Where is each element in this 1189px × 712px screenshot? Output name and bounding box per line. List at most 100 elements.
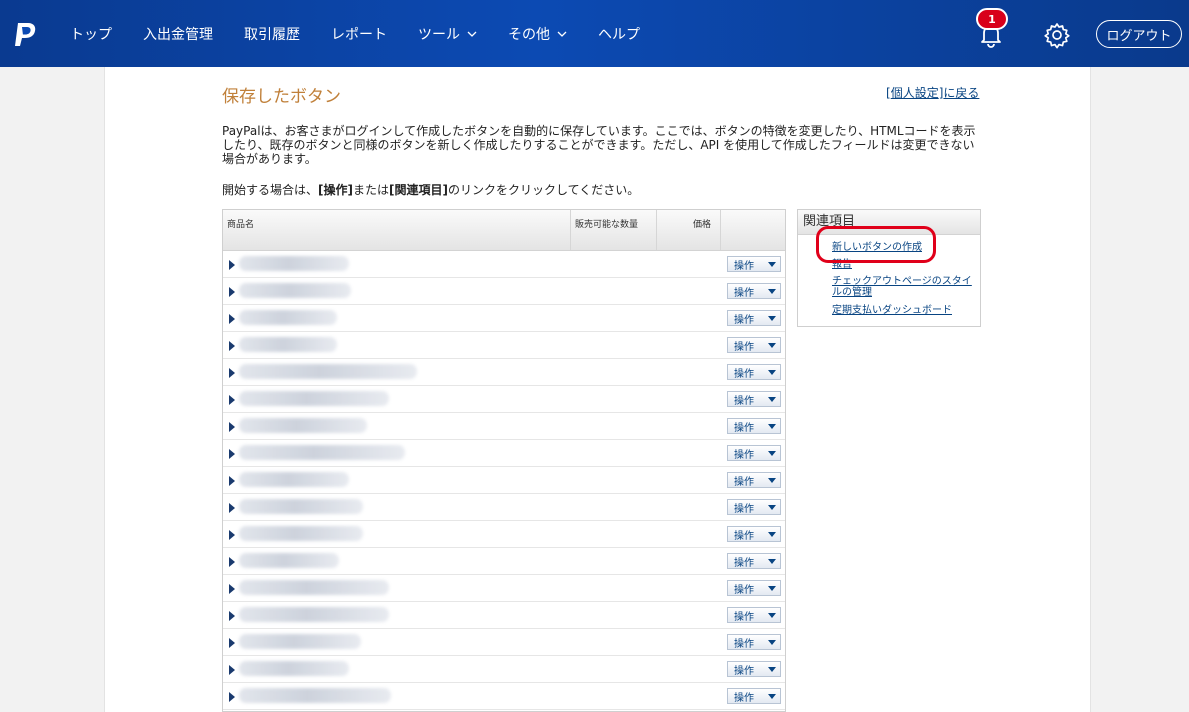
nav-item-reports[interactable]: レポート <box>331 24 387 44</box>
row-action-dropdown[interactable]: 操作 <box>727 283 781 299</box>
column-header-quantity[interactable]: 販売可能な数量 <box>575 217 638 230</box>
back-to-profile-link[interactable]: [個人設定]に戻る <box>886 84 979 101</box>
action-label: 操作 <box>734 584 754 596</box>
nav-item-label: 取引履歴 <box>244 26 300 43</box>
expand-triangle-icon[interactable] <box>229 287 235 297</box>
column-header-price[interactable]: 価格 <box>693 217 711 230</box>
nav-item-label: ツール <box>418 26 460 43</box>
expand-triangle-icon[interactable] <box>229 557 235 567</box>
nav-item-top[interactable]: トップ <box>70 24 112 44</box>
dropdown-arrow-icon <box>768 666 776 672</box>
action-label: 操作 <box>734 341 754 353</box>
dropdown-arrow-icon <box>768 477 776 483</box>
row-action-dropdown[interactable]: 操作 <box>727 445 781 461</box>
expand-triangle-icon[interactable] <box>229 503 235 513</box>
dropdown-arrow-icon <box>768 315 776 321</box>
row-action-dropdown[interactable]: 操作 <box>727 526 781 542</box>
expand-triangle-icon[interactable] <box>229 638 235 648</box>
dropdown-arrow-icon <box>768 450 776 456</box>
reports-link[interactable]: 報告 <box>832 259 852 270</box>
expand-triangle-icon[interactable] <box>229 314 235 324</box>
dropdown-arrow-icon <box>768 531 776 537</box>
expand-triangle-icon[interactable] <box>229 692 235 702</box>
row-action-dropdown[interactable]: 操作 <box>727 580 781 596</box>
redacted-product-name <box>239 607 389 622</box>
dropdown-arrow-icon <box>768 396 776 402</box>
dropdown-arrow-icon <box>768 693 776 699</box>
redacted-product-name <box>239 634 361 649</box>
row-action-dropdown[interactable]: 操作 <box>727 472 781 488</box>
main-menu: トップ 入出金管理 取引履歴 レポート ツール その他 ヘルプ <box>70 0 671 67</box>
notification-badge[interactable]: 1 <box>976 8 1008 30</box>
dropdown-arrow-icon <box>768 558 776 564</box>
redacted-product-name <box>239 337 337 352</box>
paypal-logo-icon[interactable] <box>12 20 40 48</box>
expand-triangle-icon[interactable] <box>229 611 235 621</box>
related-items-title: 関連項目 <box>798 210 980 235</box>
expand-triangle-icon[interactable] <box>229 584 235 594</box>
action-label: 操作 <box>734 422 754 434</box>
column-divider <box>720 210 721 250</box>
row-action-dropdown[interactable]: 操作 <box>727 499 781 515</box>
dropdown-arrow-icon <box>768 261 776 267</box>
row-action-dropdown[interactable]: 操作 <box>727 310 781 326</box>
expand-triangle-icon[interactable] <box>229 368 235 378</box>
row-action-dropdown[interactable]: 操作 <box>727 256 781 272</box>
row-action-dropdown[interactable]: 操作 <box>727 634 781 650</box>
nav-item-money-management[interactable]: 入出金管理 <box>143 24 213 44</box>
column-header-product-name[interactable]: 商品名 <box>227 217 254 230</box>
create-new-button-link[interactable]: 新しいボタンの作成 <box>832 242 922 253</box>
instruction-post: のリンクをクリックしてください。 <box>448 183 640 197</box>
nav-item-other[interactable]: その他 <box>508 24 567 44</box>
table-row: 操作 <box>223 494 785 521</box>
action-label: 操作 <box>734 665 754 677</box>
expand-triangle-icon[interactable] <box>229 530 235 540</box>
row-action-dropdown[interactable]: 操作 <box>727 553 781 569</box>
table-row: 操作 <box>223 332 785 359</box>
dropdown-arrow-icon <box>768 639 776 645</box>
row-action-dropdown[interactable]: 操作 <box>727 418 781 434</box>
table-row: 操作 <box>223 278 785 305</box>
nav-item-label: 入出金管理 <box>143 26 213 43</box>
instruction-mid: または <box>353 183 390 197</box>
gear-icon[interactable] <box>1043 21 1071 49</box>
redacted-product-name <box>239 310 337 325</box>
row-action-dropdown[interactable]: 操作 <box>727 607 781 623</box>
nav-item-tools[interactable]: ツール <box>418 24 477 44</box>
expand-triangle-icon[interactable] <box>229 476 235 486</box>
redacted-product-name <box>239 472 349 487</box>
expand-triangle-icon[interactable] <box>229 665 235 675</box>
nav-item-label: ヘルプ <box>598 26 640 43</box>
table-body: 操作 操作 操作 操作 操作 操作 操作 操作 操作 操作 操作 操作 操作 操作 操作 操作 操作 <box>223 251 785 710</box>
row-action-dropdown[interactable]: 操作 <box>727 364 781 380</box>
expand-triangle-icon[interactable] <box>229 395 235 405</box>
row-action-dropdown[interactable]: 操作 <box>727 391 781 407</box>
expand-triangle-icon[interactable] <box>229 341 235 351</box>
action-label: 操作 <box>734 692 754 704</box>
redacted-product-name <box>239 580 389 595</box>
action-label: 操作 <box>734 314 754 326</box>
table-row: 操作 <box>223 359 785 386</box>
expand-triangle-icon[interactable] <box>229 422 235 432</box>
instruction-text: 開始する場合は、[操作]または[関連項目]のリンクをクリックしてください。 <box>222 181 639 198</box>
top-navigation-bar: トップ 入出金管理 取引履歴 レポート ツール その他 ヘルプ 1 ログアウト <box>0 0 1189 67</box>
redacted-product-name <box>239 364 417 379</box>
row-action-dropdown[interactable]: 操作 <box>727 661 781 677</box>
nav-item-help[interactable]: ヘルプ <box>598 24 640 44</box>
column-divider <box>570 210 571 250</box>
expand-triangle-icon[interactable] <box>229 449 235 459</box>
redacted-product-name <box>239 526 363 541</box>
recurring-payments-dashboard-link[interactable]: 定期支払いダッシュボード <box>832 305 952 316</box>
row-action-dropdown[interactable]: 操作 <box>727 337 781 353</box>
nav-item-transaction-history[interactable]: 取引履歴 <box>244 24 300 44</box>
logout-button[interactable]: ログアウト <box>1096 20 1182 48</box>
row-action-dropdown[interactable]: 操作 <box>727 688 781 704</box>
redacted-product-name <box>239 256 349 271</box>
table-row: 操作 <box>223 386 785 413</box>
checkout-page-style-link[interactable]: チェックアウトページのスタイルの管理 <box>832 276 977 298</box>
expand-triangle-icon[interactable] <box>229 260 235 270</box>
nav-item-label: トップ <box>70 26 112 43</box>
action-label: 操作 <box>734 503 754 515</box>
table-row: 操作 <box>223 656 785 683</box>
chevron-down-icon <box>467 31 477 37</box>
